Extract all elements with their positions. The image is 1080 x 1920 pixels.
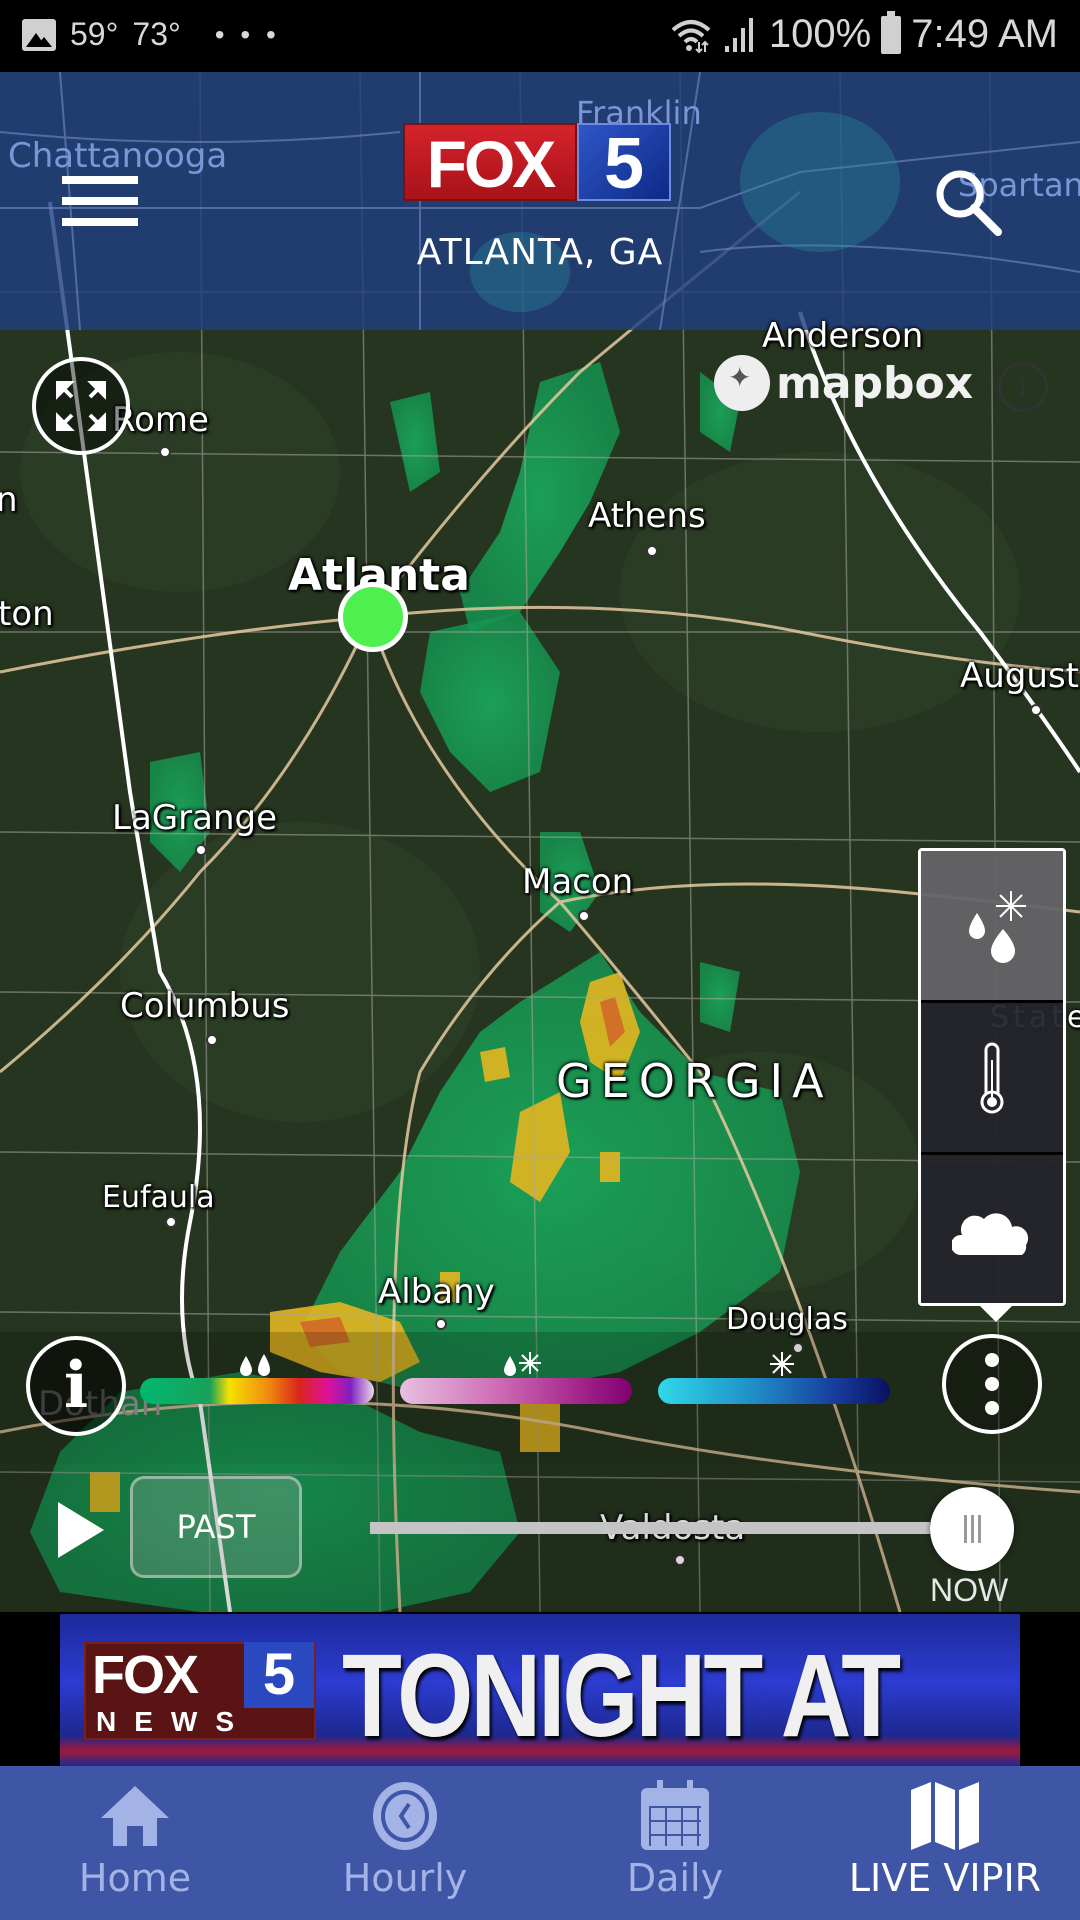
timeline-slider-thumb[interactable] [930, 1487, 1014, 1571]
panel-pointer [980, 1306, 1012, 1322]
map-label-anderson: Anderson [762, 316, 924, 356]
city-dot-albany [435, 1318, 447, 1330]
temp-low: 59° [70, 16, 119, 52]
city-dot-eufaula [165, 1216, 177, 1228]
map-label-lagrange: LaGrange [112, 798, 277, 838]
logo-5: 5 [577, 123, 671, 203]
city-dot-macon [578, 910, 590, 922]
city-dot-augusta [1030, 704, 1042, 716]
nav-hourly[interactable]: Hourly [270, 1766, 540, 1920]
grip-line [963, 1515, 967, 1543]
mapbox-text: mapbox [776, 357, 974, 409]
map-label-partial-n: n [0, 480, 18, 520]
grip-line [970, 1515, 974, 1543]
city-dot-columbus [206, 1034, 218, 1046]
city-dot-athens [646, 545, 658, 557]
ad-logo-fox: FOX [92, 1645, 199, 1705]
nav-live-vipir[interactable]: LIVE VIPIR [810, 1766, 1080, 1920]
city-dot-rome [159, 446, 171, 458]
more-icon-dot [985, 1377, 999, 1391]
layer-selector-panel [918, 848, 1066, 1306]
nav-daily-label: Daily [626, 1856, 724, 1900]
logo-fox: FOX [403, 123, 577, 201]
thermometer-icon [980, 1042, 1004, 1113]
cloud-icon [952, 1213, 1028, 1255]
more-icon-dot [985, 1401, 999, 1415]
search-icon [936, 170, 1002, 236]
ad-logo-news: NEWS [96, 1706, 252, 1737]
hamburger-icon-line [62, 176, 138, 184]
current-location-marker[interactable] [338, 582, 408, 652]
status-right: 100% 7:49 AM [669, 10, 1058, 57]
calendar-icon [641, 1780, 709, 1850]
layer-temperature[interactable] [921, 1003, 1063, 1155]
mix-color-scale [400, 1378, 632, 1404]
nav-home[interactable]: Home [0, 1766, 270, 1920]
map-label-georgia: GEORGIA [556, 1054, 833, 1108]
now-label: NOW [930, 1572, 1009, 1608]
home-icon [101, 1786, 169, 1846]
attribution-info-button[interactable]: i [998, 362, 1048, 412]
legend-info-button[interactable]: i [26, 1336, 126, 1436]
mix-legend-icon [504, 1352, 541, 1376]
nav-live-vipir-label: LIVE VIPIR [848, 1856, 1042, 1900]
nav-home-label: Home [78, 1856, 192, 1900]
map-label-macon: Macon [522, 862, 634, 902]
overflow-dots: • • • [214, 18, 280, 50]
location-title[interactable]: ATLANTA, GA [0, 232, 1080, 273]
bottom-navigation: Home Hourly Daily LIVE VIPIR [0, 1766, 1080, 1920]
snow-legend-icon [770, 1352, 794, 1376]
layer-clouds[interactable] [921, 1155, 1063, 1303]
map-label-partial-ton: ton [0, 594, 54, 634]
map-label-albany: Albany [378, 1272, 495, 1312]
hamburger-icon-line [62, 218, 138, 226]
battery-percent: 100% [768, 12, 872, 56]
battery-icon [881, 10, 902, 54]
rain-color-scale [140, 1378, 374, 1404]
ad-banner[interactable]: FOX 5 NEWS TONIGHT AT 10 [60, 1614, 1020, 1766]
menu-button[interactable] [62, 176, 138, 226]
temp-high: 73° [132, 16, 181, 52]
map-label-eufaula: Eufaula [102, 1180, 215, 1215]
timeline-slider-track[interactable] [370, 1522, 930, 1534]
nav-daily[interactable]: Daily [540, 1766, 810, 1920]
ad-fox5-news-logo: FOX 5 NEWS [84, 1642, 316, 1740]
map-label-augusta: August [960, 656, 1079, 696]
more-options-button[interactable] [942, 1334, 1042, 1434]
fox5-logo: FOX 5 [403, 123, 671, 203]
snow-color-scale [658, 1378, 890, 1404]
city-dot-lagrange [195, 844, 207, 856]
rain-legend-icon [240, 1354, 270, 1376]
layer-precipitation[interactable] [921, 851, 1063, 1003]
search-button[interactable] [932, 166, 1004, 238]
mapbox-logo-icon [714, 355, 770, 411]
status-left: 59° 73° • • • [22, 16, 280, 53]
clock-icon [373, 1782, 437, 1850]
past-button[interactable]: PAST [130, 1476, 302, 1578]
play-button[interactable] [58, 1502, 104, 1558]
gallery-icon [22, 18, 56, 51]
map-icon [911, 1782, 979, 1850]
signal-icon [724, 17, 753, 52]
grip-line [977, 1515, 981, 1543]
precipitation-icon [969, 890, 1026, 963]
map-label-athens: Athens [588, 496, 706, 536]
wifi-icon [671, 19, 711, 53]
ad-logo-5: 5 [244, 1642, 314, 1708]
map-label-columbus: Columbus [120, 986, 290, 1026]
nav-hourly-label: Hourly [342, 1856, 468, 1900]
more-icon-dot [985, 1353, 999, 1367]
expand-icon [56, 381, 106, 431]
hamburger-icon-line [62, 197, 138, 205]
map-label-chattanooga: Chattanooga [8, 136, 228, 176]
clock: 7:49 AM [911, 12, 1058, 56]
fullscreen-button[interactable] [32, 357, 130, 455]
status-bar: 59° 73° • • • 100% 7:49 AM [0, 0, 1080, 72]
ad-headline: TONIGHT AT 10 [342, 1629, 901, 1766]
mapbox-attribution[interactable]: mapbox [714, 355, 973, 411]
